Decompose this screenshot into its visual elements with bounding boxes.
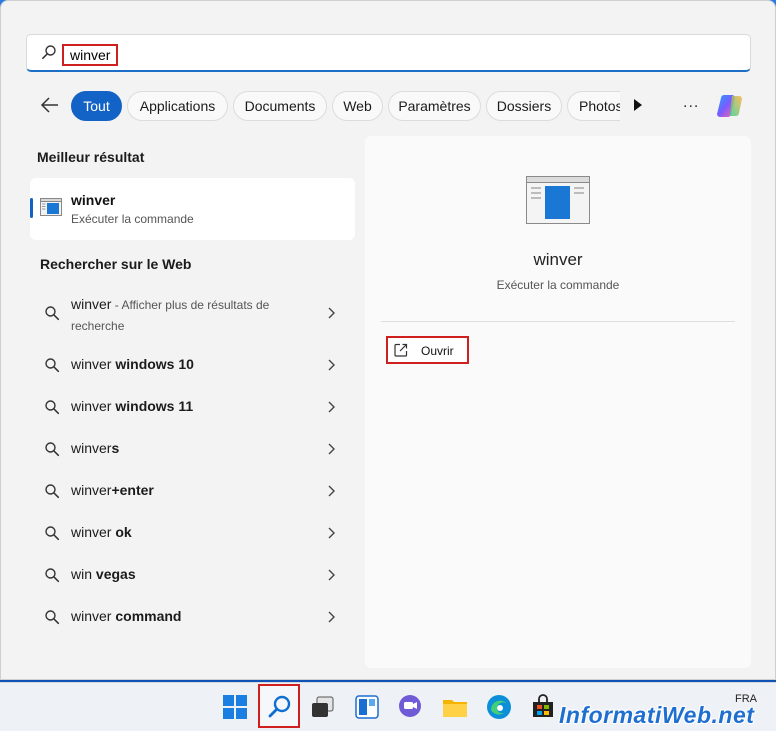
search-icon — [45, 400, 60, 415]
open-external-icon — [394, 343, 408, 357]
search-icon — [268, 695, 291, 718]
web-search-heading: Rechercher sur le Web — [40, 256, 192, 272]
search-bar[interactable]: winver — [26, 34, 751, 72]
tab-all[interactable]: Tout — [71, 91, 122, 121]
web-result-text: win vegas — [71, 566, 136, 582]
file-explorer-icon[interactable] — [441, 693, 469, 721]
preview-pane: winver Exécuter la commande Ouvrir — [365, 136, 751, 668]
search-input[interactable]: winver — [62, 44, 119, 66]
web-result-text: winver ok — [71, 524, 132, 540]
divider — [381, 321, 735, 322]
best-match-subtitle: Exécuter la commande — [71, 212, 194, 226]
tab-folders[interactable]: Dossiers — [486, 91, 562, 121]
widgets-icon[interactable] — [353, 693, 381, 721]
tab-web[interactable]: Web — [332, 91, 383, 121]
search-icon — [45, 442, 60, 457]
chevron-right-icon — [328, 307, 335, 319]
copilot-icon[interactable] — [716, 91, 746, 121]
web-result-text: winver+enter — [71, 482, 154, 498]
web-result-item[interactable]: win vegas — [30, 564, 355, 586]
chevron-right-icon — [328, 527, 335, 539]
search-icon — [45, 306, 60, 321]
web-result-item[interactable]: winver windows 11 — [30, 396, 355, 418]
more-options-icon[interactable]: ... — [683, 94, 699, 112]
web-result-text: winver command — [71, 608, 182, 624]
chevron-right-icon — [328, 569, 335, 581]
web-result-text: winver windows 11 — [71, 398, 194, 414]
search-icon — [45, 526, 60, 541]
chevron-right-icon — [328, 401, 335, 413]
chevron-right-icon — [328, 443, 335, 455]
best-match-item[interactable]: winver Exécuter la commande — [30, 178, 355, 240]
open-button-label: Ouvrir — [421, 344, 454, 358]
chevron-right-icon — [328, 359, 335, 371]
web-result-item[interactable]: winvers — [30, 438, 355, 460]
web-result-item[interactable]: winver windows 10 — [30, 354, 355, 376]
tab-applications[interactable]: Applications — [127, 91, 228, 121]
tab-photos[interactable]: Photos — [567, 91, 620, 121]
winver-app-icon — [40, 198, 62, 216]
back-arrow-icon[interactable] — [40, 95, 60, 115]
tab-documents[interactable]: Documents — [233, 91, 327, 121]
store-icon[interactable] — [529, 693, 557, 721]
web-result-text: winver windows 10 — [71, 356, 194, 372]
preview-title: winver — [533, 250, 583, 269]
web-result-item[interactable]: winver - Afficher plus de résultats de r… — [30, 294, 355, 336]
web-result-text: winvers — [71, 440, 120, 456]
search-icon — [45, 568, 60, 583]
edge-browser-icon[interactable] — [485, 693, 513, 721]
chevron-right-icon — [328, 485, 335, 497]
selection-indicator — [30, 198, 33, 218]
site-watermark: InformatiWeb.net — [559, 702, 755, 728]
chevron-right-icon — [328, 611, 335, 623]
winver-app-large-icon — [526, 176, 590, 224]
open-button[interactable]: Ouvrir — [386, 336, 469, 364]
chat-icon[interactable] — [396, 693, 424, 721]
web-result-item[interactable]: winver ok — [30, 522, 355, 544]
best-match-heading: Meilleur résultat — [37, 149, 145, 165]
search-icon — [45, 484, 60, 499]
search-icon — [45, 610, 60, 625]
scroll-right-icon[interactable] — [633, 98, 643, 112]
taskbar-search-button[interactable] — [258, 684, 300, 728]
start-search-panel: winver Tout Applications Documents Web P… — [0, 0, 776, 680]
preview-subtitle: Exécuter la commande — [496, 278, 620, 292]
search-icon — [45, 358, 60, 373]
best-match-title: winver — [71, 192, 116, 208]
filter-bar: Tout Applications Documents Web Paramètr… — [1, 89, 776, 123]
task-view-icon[interactable] — [309, 693, 337, 721]
windows-start-icon[interactable] — [221, 693, 249, 721]
web-result-text: winver - Afficher plus de résultats de r… — [71, 296, 270, 333]
search-icon — [42, 45, 56, 60]
taskbar: FRA InformatiWeb.net — [0, 682, 776, 731]
tab-settings[interactable]: Paramètres — [388, 91, 481, 121]
web-result-item[interactable]: winver command — [30, 606, 355, 628]
web-result-item[interactable]: winver+enter — [30, 480, 355, 502]
